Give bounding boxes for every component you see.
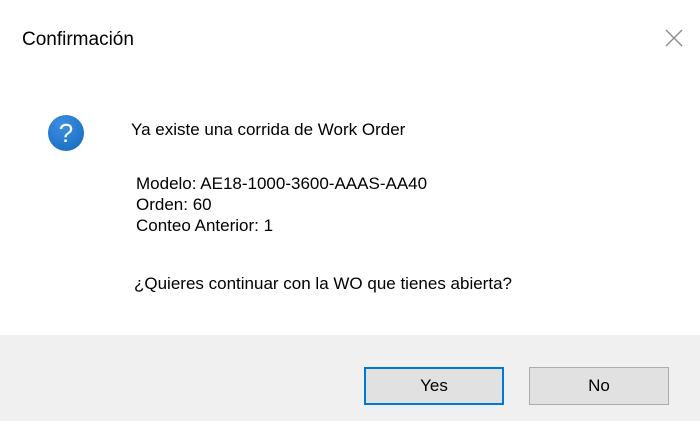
previous-count-line: Conteo Anterior: 1: [136, 216, 274, 235]
message-details: Modelo: AE18-1000-3600-AAAS-AA40 Orden: …: [136, 173, 427, 236]
confirmation-dialog: Confirmación ? Ya existe una corrida de: [0, 0, 700, 421]
close-icon: [665, 29, 683, 47]
title-bar[interactable]: Confirmación: [0, 0, 700, 80]
window-title: Confirmación: [22, 29, 134, 50]
message-question: ¿Quieres continuar con la WO que tienes …: [134, 274, 512, 293]
button-bar: Yes No: [0, 335, 700, 421]
message-headline: Ya existe una corrida de Work Order: [131, 120, 406, 139]
close-button[interactable]: [662, 26, 686, 50]
yes-button[interactable]: Yes: [364, 367, 504, 405]
order-line: Orden: 60: [136, 195, 212, 214]
no-button[interactable]: No: [529, 367, 669, 405]
model-line: Modelo: AE18-1000-3600-AAAS-AA40: [136, 174, 428, 193]
svg-text:?: ?: [59, 118, 73, 148]
dialog-content: ? Ya existe una corrida de Work Order Mo…: [0, 80, 700, 335]
question-icon: ?: [47, 114, 85, 152]
